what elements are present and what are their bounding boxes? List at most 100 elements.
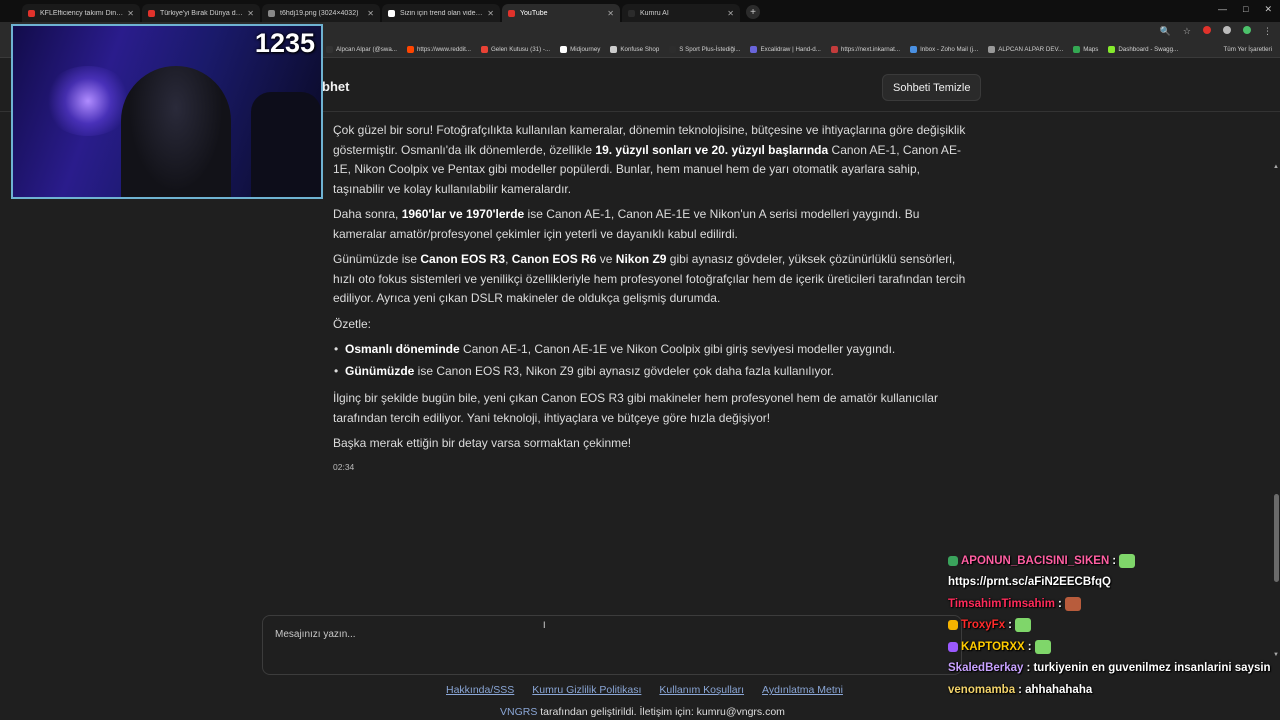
new-tab-button[interactable]: + bbox=[746, 5, 760, 19]
extension-icon[interactable] bbox=[1223, 26, 1231, 34]
tab-close-icon[interactable]: ✕ bbox=[607, 9, 614, 18]
message-paragraph: Başka merak ettiğin bir detay varsa sorm… bbox=[333, 436, 632, 450]
chat-username: TimsahimTimsahim bbox=[948, 597, 1055, 610]
chat-text: : bbox=[1027, 640, 1032, 653]
tab-favicon-icon bbox=[628, 9, 635, 17]
chat-text: : bbox=[1008, 619, 1012, 632]
footer-note: VNGRS tarafından geliştirildi. İletişim … bbox=[500, 706, 785, 718]
all-bookmarks[interactable]: Tüm Yer İşaretleri bbox=[1224, 46, 1273, 53]
bookmark-favicon-icon bbox=[406, 46, 414, 53]
bookmark-item[interactable]: Excalidraw | Hand-d... bbox=[750, 46, 821, 53]
webcam-overlay: 1235 bbox=[11, 24, 323, 199]
scroll-up-icon[interactable]: ▲ bbox=[1273, 164, 1279, 170]
chat-emote-icon bbox=[1119, 553, 1136, 568]
chat-message: TimsahimTimsahim : bbox=[948, 593, 1280, 615]
scrollbar[interactable]: ▲ ▼ bbox=[1272, 112, 1280, 658]
browser-tab[interactable]: Sizin için trend olan videoları iz ✕ bbox=[382, 4, 500, 22]
bookmark-item[interactable]: Maps bbox=[1073, 46, 1098, 53]
bookmark-favicon-icon bbox=[988, 46, 996, 53]
browser-tab-bar: KFLEfficiency takımı Dinamik S✕Türkiye'y… bbox=[0, 0, 1280, 22]
clear-chat-button[interactable]: Sohbeti Temizle bbox=[882, 74, 982, 101]
tab-favicon-icon bbox=[148, 9, 155, 17]
chat-username: venomamba bbox=[948, 683, 1016, 696]
viewer-counter: 1235 bbox=[254, 28, 315, 58]
chat-emote-icon bbox=[1034, 639, 1051, 654]
browser-tab[interactable]: t6hdj19.png (3024×4032) ✕ bbox=[262, 4, 380, 22]
bookmark-item[interactable]: Midjourney bbox=[560, 46, 600, 53]
tab-close-icon[interactable]: ✕ bbox=[367, 9, 374, 18]
browser-tab[interactable]: Kumru AI ✕ bbox=[622, 4, 740, 22]
streamer-silhouette bbox=[121, 66, 231, 197]
bookmark-label: Alpcan Alpar (@swa... bbox=[336, 46, 397, 53]
footer-link-terms[interactable]: Kullanım Koşulları bbox=[659, 684, 744, 696]
menu-icon[interactable]: ⋮ bbox=[1263, 26, 1272, 37]
tab-favicon-icon bbox=[388, 9, 395, 17]
bookmark-favicon-icon bbox=[326, 46, 333, 53]
tab-close-icon[interactable]: ✕ bbox=[727, 9, 734, 18]
footer-links: Hakkında/SSS Kumru Gizlilik Politikası K… bbox=[446, 684, 843, 696]
bookmark-favicon-icon bbox=[750, 46, 758, 53]
browser-tab[interactable]: KFLEfficiency takımı Dinamik S ✕ bbox=[22, 4, 140, 22]
tab-close-icon[interactable]: ✕ bbox=[247, 9, 254, 18]
message-input-box[interactable] bbox=[262, 615, 962, 675]
bookmark-favicon-icon bbox=[1108, 46, 1116, 53]
bookmark-label: Dashboard - Swagg... bbox=[1118, 46, 1179, 53]
message-paragraph: Çok güzel bir soru! Fotoğrafçılıkta kull… bbox=[333, 123, 966, 196]
stream-chat-overlay: APONUN_BACISINI_SIKEN : https://prnt.sc/a… bbox=[948, 550, 1280, 701]
lamp-glow bbox=[43, 66, 133, 136]
bookmark-label: Konfuse Shop bbox=[620, 46, 660, 53]
bookmark-item[interactable]: S Sport Plus-İstediği... bbox=[669, 46, 740, 53]
list-item: Günümüzde ise Canon EOS R3, Nikon Z9 gib… bbox=[334, 362, 973, 382]
bookmark-favicon-icon bbox=[560, 46, 568, 53]
chat-message: venomamba : ahhahahaha bbox=[948, 679, 1280, 701]
bookmark-label: S Sport Plus-İstediği... bbox=[679, 46, 741, 53]
zoom-icon[interactable]: 🔍 bbox=[1160, 26, 1171, 37]
tab-favicon-icon bbox=[28, 9, 35, 17]
bookmark-favicon-icon bbox=[669, 46, 677, 53]
close-window-icon[interactable]: ✕ bbox=[1264, 4, 1272, 15]
profile-avatar[interactable] bbox=[1243, 26, 1251, 34]
browser-tab[interactable]: YouTube ✕ bbox=[502, 4, 620, 22]
bookmark-item[interactable]: Alpcan Alpar (@swa... bbox=[326, 46, 397, 53]
tab-label: t6hdj19.png (3024×4032) bbox=[280, 9, 359, 17]
bookmark-favicon-icon bbox=[830, 46, 838, 53]
bookmark-item[interactable]: https://next.inkarnat... bbox=[830, 46, 900, 53]
bookmark-label: Gelen Kutusu (31) -... bbox=[490, 46, 551, 53]
bookmark-item[interactable]: https://www.reddit... bbox=[406, 46, 471, 53]
chat-message: SkaledBerkay : turkiyenin en guvenilmez … bbox=[948, 658, 1280, 680]
tab-label: Kumru AI bbox=[640, 9, 669, 17]
chat-badge-icon bbox=[948, 555, 958, 566]
bookmark-label: ALPCAN ALPAR DEV... bbox=[998, 46, 1064, 53]
footer-link-disclosure[interactable]: Aydınlatma Metni bbox=[762, 684, 843, 696]
minimize-icon[interactable]: — bbox=[1218, 4, 1227, 15]
maximize-icon[interactable]: □ bbox=[1243, 4, 1248, 15]
star-icon[interactable]: ☆ bbox=[1183, 26, 1191, 37]
bookmark-favicon-icon bbox=[1073, 46, 1081, 53]
bookmark-item[interactable]: Inbox - Zoho Mail (j... bbox=[910, 46, 978, 53]
tab-favicon-icon bbox=[508, 9, 515, 17]
bookmark-favicon-icon bbox=[910, 46, 918, 53]
chat-username: APONUN_BACISINI_SIKEN bbox=[961, 554, 1110, 567]
tab-close-icon[interactable]: ✕ bbox=[487, 9, 494, 18]
bookmark-item[interactable]: Konfuse Shop bbox=[610, 46, 659, 53]
browser-tab[interactable]: Türkiye'yi Bırak Dünya da Yapar ✕ bbox=[142, 4, 260, 22]
extension-icon[interactable] bbox=[1203, 26, 1211, 34]
brand-link[interactable]: VNGRS bbox=[500, 706, 537, 718]
bookmark-favicon-icon bbox=[610, 46, 618, 53]
message-paragraph: Özetle: bbox=[333, 316, 372, 331]
footer-link-about[interactable]: Hakkında/SSS bbox=[446, 684, 514, 696]
bookmark-item[interactable]: Dashboard - Swagg... bbox=[1108, 46, 1178, 53]
bookmark-item[interactable]: ALPCAN ALPAR DEV... bbox=[988, 46, 1063, 53]
bookmark-label: https://www.reddit... bbox=[416, 46, 471, 53]
tab-close-icon[interactable]: ✕ bbox=[127, 9, 134, 18]
bookmark-label: Midjourney bbox=[570, 46, 601, 53]
message-input[interactable] bbox=[275, 626, 945, 642]
text-cursor-icon: I bbox=[543, 620, 546, 630]
chat-username: KAPTORXX bbox=[961, 640, 1025, 653]
footer-link-privacy[interactable]: Kumru Gizlilik Politikası bbox=[532, 684, 641, 696]
tab-label: KFLEfficiency takımı Dinamik S bbox=[40, 9, 123, 17]
chat-message: APONUN_BACISINI_SIKEN : bbox=[948, 550, 1280, 572]
chat-message: https://prnt.sc/aFiN2EECBfqQ bbox=[948, 572, 1280, 594]
bookmark-item[interactable]: Gelen Kutusu (31) -... bbox=[480, 46, 551, 53]
bookmark-label: Inbox - Zoho Mail (j... bbox=[920, 46, 979, 53]
